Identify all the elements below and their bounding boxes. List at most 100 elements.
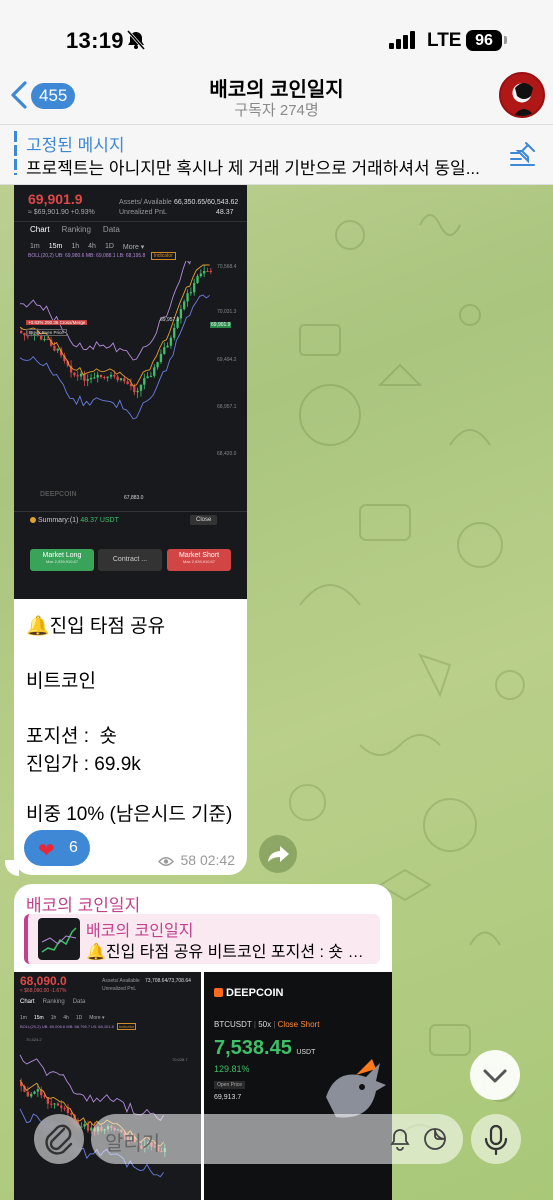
indicator2-tag: Indicator (116, 1023, 137, 1030)
candle-body (123, 378, 126, 382)
candle-body (146, 376, 149, 379)
post-meta: 58 02:42 (157, 852, 235, 868)
candle-body (106, 376, 109, 378)
candle-body (46, 339, 49, 341)
screenshot2-assets-label: Assets/ Available (102, 978, 140, 984)
candle-body (73, 372, 76, 376)
interval2-15m: 15m (33, 1015, 44, 1021)
candle-body (63, 1107, 66, 1109)
message-input[interactable]: 알리기 (91, 1114, 463, 1164)
candle-body (113, 374, 116, 377)
post-sender[interactable]: 배코의 코인일지 (26, 891, 140, 916)
candle-body (189, 292, 193, 294)
candle-body (33, 1091, 36, 1094)
battery-cap (504, 36, 507, 44)
candle-body (203, 271, 206, 274)
candle-body (173, 327, 176, 338)
candle-body (56, 348, 59, 351)
candle-body (109, 374, 113, 377)
leverage: 50x (258, 1020, 272, 1029)
interval2-1d: 1D (75, 1015, 83, 1021)
break-even-tag: Break Even Price (26, 329, 67, 336)
attach-button[interactable] (34, 1114, 84, 1164)
candle-body (96, 374, 99, 378)
screenshot-price-sub: ≈ $69,901.90 +0.93% (28, 209, 95, 216)
tab-ranking: Ranking (61, 225, 91, 234)
post-time: 02:42 (199, 852, 235, 868)
candle-body (86, 379, 89, 381)
tab-chart: Chart (30, 225, 50, 234)
low-label: 67,883.0 (124, 495, 144, 501)
open-price-label: Open Price (214, 1081, 246, 1089)
notification-bell-icon[interactable] (388, 1127, 412, 1151)
candle-body (156, 362, 159, 368)
screenshot-price: 69,901.9 (28, 191, 83, 207)
scroll-to-bottom-button[interactable] (470, 1050, 520, 1100)
reply-text: 🔔진입 타점 공유 비트코인 포지션 : 숏 진입가 : 69.9k (86, 944, 376, 961)
reply-quote[interactable]: 배코의 코인일지 🔔진입 타점 공유 비트코인 포지션 : 숏 진입가 : 69… (24, 914, 380, 964)
summary-row: Summary:(1) 48.37 USDT (30, 517, 119, 524)
screenshot-tabs: Chart Ranking Data (30, 225, 120, 234)
interval2-more: More ▾ (89, 1015, 105, 1021)
roi-value: 129.81% (214, 1064, 250, 1074)
heart-reaction-button[interactable]: ❤ 6 (24, 830, 90, 866)
candle-body (30, 1093, 33, 1097)
close-position-button: Close (190, 515, 218, 525)
tab-data: Data (102, 225, 120, 234)
pinned-list-icon[interactable] (508, 139, 538, 169)
contract-button: Contract ... (98, 549, 162, 571)
screenshot2-price: 68,090.0 (20, 974, 67, 988)
candle-body (93, 377, 96, 379)
candle-body (186, 293, 189, 302)
trading-screenshot[interactable]: 69,901.9 ≈ $69,901.90 +0.93% Assets/ Ava… (14, 185, 247, 599)
trading-screenshot-2[interactable]: 68,090.0 ≈ $68,090.00 -1.67% Assets/ Ava… (14, 972, 201, 1200)
candle-body (116, 376, 119, 381)
channel-post[interactable]: 69,901.9 ≈ $69,901.90 +0.93% Assets/ Ava… (14, 185, 247, 875)
cross-merge-tag: +0.83% 290.36 Cross/Merge (26, 320, 88, 325)
candlestick-chart (19, 261, 213, 420)
deepcoin-logo-icon (214, 988, 223, 997)
candle-body (39, 335, 43, 340)
channel-avatar[interactable] (499, 72, 545, 118)
candle-body (36, 1089, 40, 1092)
post-line-coin: 비트코인 (26, 671, 96, 692)
channel-title[interactable]: 배코의 코인일지 (0, 73, 553, 102)
reaction-count: 6 (69, 839, 78, 856)
market-long-button: Market Long Max 2,939,910.67 (30, 549, 94, 571)
network-type: LTE (427, 30, 462, 51)
sticker-icon[interactable] (422, 1126, 448, 1152)
pnl-amount: 7,538.45 (214, 1037, 292, 1059)
deepcoin-watermark: DEEPCOIN (40, 491, 77, 498)
boll-readout: BOLL(20,2) UB: 69,980.6 MB: 69,088.1 LB:… (28, 252, 176, 260)
post-line-weight: 비중 10% (남은시드 기준) (26, 804, 233, 825)
candle-body (163, 347, 166, 354)
candle-body (99, 374, 103, 378)
microphone-icon (484, 1124, 508, 1156)
pnl-row: 7,538.45 USDT (214, 1037, 315, 1060)
chevron-down-icon (483, 1069, 507, 1083)
candle-body (89, 377, 93, 380)
pinned-message-bar[interactable]: 고정된 메시지 프로젝트는 아니지만 혹시나 제 거래 기반으로 거래하셔서 동… (0, 125, 553, 185)
voice-record-button[interactable] (471, 1114, 521, 1164)
candle-body (139, 384, 143, 391)
deepcoin-brand: DEEPCOIN (214, 987, 283, 999)
forward-arrow-icon (268, 846, 289, 862)
candle-body (53, 345, 56, 351)
candle-body (143, 378, 146, 385)
candle-body (20, 331, 23, 334)
candle-body (119, 378, 123, 381)
forward-button[interactable] (259, 835, 297, 873)
bubble-tail (5, 860, 19, 876)
market-short-sub: Max 2,939,910.67 (182, 559, 216, 564)
interval-1d: 1D (104, 243, 114, 250)
battery-icon: 96 (466, 30, 502, 51)
reply-thumb-chart (41, 927, 77, 953)
pnl-share-card[interactable]: DEEPCOIN BTCUSDT | 50x | Close Short 7,5… (204, 972, 392, 1200)
interval-more: More ▾ (122, 244, 145, 251)
pinned-text: 프로젝트는 아니지만 혹시나 제 거래 기반으로 거래하셔서 동일... (26, 159, 480, 178)
assets-value: 66,350.65/60,543.62 (174, 199, 239, 206)
candle-body (126, 381, 129, 384)
subscriber-count: 구독자 274명 (234, 102, 319, 119)
post-line-position: 포지션 : 숏 (26, 726, 118, 747)
heart-icon: ❤ (38, 840, 55, 862)
